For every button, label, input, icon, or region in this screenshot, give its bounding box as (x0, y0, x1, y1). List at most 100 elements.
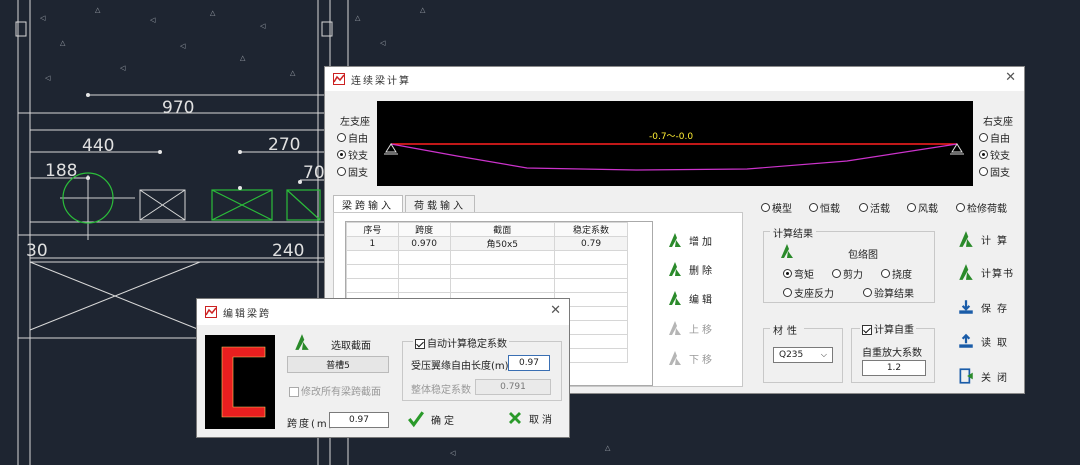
col-header-section: 截面 (449, 222, 556, 237)
radio-icon (337, 150, 346, 159)
svg-text:◁: ◁ (150, 16, 156, 24)
radio-icon (881, 269, 890, 278)
svg-text:◁: ◁ (380, 39, 386, 47)
save-icon (959, 300, 973, 314)
svg-text:△: △ (420, 6, 426, 14)
main-title: 连续梁计算 (351, 75, 411, 87)
cross-icon (509, 412, 521, 424)
main-close-icon[interactable]: ✕ (1005, 70, 1016, 85)
result-moment[interactable]: 弯矩 (783, 266, 814, 281)
compass-logo-icon (669, 262, 681, 276)
load-icon (959, 333, 973, 348)
radio-icon (956, 203, 965, 212)
left-support-hinged[interactable]: 铰支 (337, 147, 368, 162)
compass-logo-icon (959, 231, 973, 247)
cad-dim-240: 240 (272, 241, 304, 261)
edit-span-dialog: 编辑梁跨 ✕ 选取截面 普槽5 修改所有梁跨截面 跨度(m) 0.97 自动计算… (196, 298, 570, 438)
envelope-button[interactable]: 包络图 (848, 246, 878, 261)
col-header-index: 序号 (346, 222, 399, 237)
left-support-label: 左支座 (340, 117, 370, 128)
section-name-display: 普槽5 (287, 356, 389, 373)
main-titlebar[interactable]: 连续梁计算 ✕ (325, 67, 1024, 91)
svg-text:◁: ◁ (450, 449, 456, 457)
span-length-input[interactable]: 0.97 (329, 412, 389, 428)
move-up-button[interactable]: 上移 (667, 320, 715, 336)
edit-title: 编辑梁跨 (223, 308, 271, 320)
cell-section: 角50x5 (449, 236, 556, 251)
free-length-label: 受压翼缘自由长度(m) (411, 361, 509, 372)
col-header-span: 跨度 (397, 222, 451, 237)
modify-all-checkbox[interactable]: 修改所有梁跨截面 (289, 383, 381, 398)
left-support-fixed[interactable]: 固支 (337, 164, 368, 179)
view-mode-wind-load[interactable]: 风载 (907, 200, 938, 215)
result-deflection[interactable]: 挠度 (881, 266, 912, 281)
table-row (346, 250, 628, 265)
delete-span-button[interactable]: 删除 (667, 261, 715, 277)
view-mode-model[interactable]: 模型 (761, 200, 792, 215)
cell-span: 0.970 (397, 236, 451, 251)
ok-button[interactable]: 确定 (407, 410, 457, 428)
select-section-button[interactable]: 选取截面 (331, 337, 371, 352)
move-down-button[interactable]: 下移 (667, 350, 715, 366)
compass-logo-icon (669, 351, 681, 365)
cad-dim-30: 30 (26, 241, 48, 261)
svg-text:△: △ (210, 9, 216, 17)
table-row[interactable]: 1 0.970 角50x5 0.79 (346, 236, 628, 251)
svg-text:◁: ◁ (120, 64, 126, 72)
cancel-button[interactable]: 取消 (507, 410, 555, 426)
result-reaction[interactable]: 支座反力 (783, 285, 834, 300)
radio-icon (761, 203, 770, 212)
cad-dim-440: 440 (82, 136, 114, 156)
add-span-button[interactable]: 增加 (667, 232, 715, 248)
self-weight-checkbox[interactable]: 计算自重 (860, 321, 916, 336)
close-button[interactable]: 关闭 (957, 367, 1013, 385)
result-check[interactable]: 验算结果 (863, 285, 914, 300)
tab-load-input[interactable]: 荷载输入 (405, 195, 475, 212)
svg-text:△: △ (60, 39, 66, 47)
compass-logo-icon (295, 334, 309, 350)
svg-text:△: △ (355, 14, 361, 22)
compass-logo-icon (959, 264, 973, 280)
result-shear[interactable]: 剪力 (832, 266, 863, 281)
edit-close-icon[interactable]: ✕ (550, 303, 561, 318)
free-length-input[interactable]: 0.97 (508, 355, 550, 371)
view-mode-live-load[interactable]: 活载 (859, 200, 890, 215)
exit-door-icon (959, 368, 973, 384)
auto-stab-checkbox[interactable]: 自动计算稳定系数 (413, 335, 509, 350)
app-icon (333, 73, 345, 85)
calc-book-button[interactable]: 计算书 (957, 263, 1014, 281)
svg-text:◁: ◁ (45, 74, 51, 82)
chevron-down-icon: ⌵ (820, 350, 827, 359)
edit-span-button[interactable]: 编辑 (667, 290, 715, 306)
radio-icon (863, 288, 872, 297)
compass-logo-icon (669, 291, 681, 305)
cad-dim-970: 970 (162, 98, 194, 118)
checkbox-icon (862, 325, 872, 335)
load-button[interactable]: 读取 (957, 332, 1013, 350)
compass-logo-icon (781, 244, 793, 258)
radio-icon (979, 133, 988, 142)
right-support-free[interactable]: 自由 (979, 130, 1010, 145)
svg-text:△: △ (605, 444, 611, 452)
svg-text:△: △ (240, 54, 246, 62)
calculate-button[interactable]: 计算 (957, 230, 1013, 248)
view-mode-dead-load[interactable]: 恒载 (809, 200, 840, 215)
stability-factor-input: 0.791 (475, 379, 551, 395)
right-support-hinged[interactable]: 铰支 (979, 147, 1010, 162)
save-button[interactable]: 保存 (957, 298, 1013, 316)
material-label: 材性 (770, 322, 804, 337)
view-mode-maintenance[interactable]: 检修荷载 (956, 200, 1007, 215)
edit-titlebar[interactable]: 编辑梁跨 ✕ (197, 299, 569, 325)
svg-text:◁: ◁ (260, 22, 266, 30)
radio-icon (832, 269, 841, 278)
left-support-free[interactable]: 自由 (337, 130, 368, 145)
tab-span-input[interactable]: 梁跨输入 (333, 195, 403, 213)
table-row (346, 278, 628, 293)
radio-icon (337, 133, 346, 142)
self-weight-factor-input[interactable]: 1.2 (862, 360, 926, 376)
beam-preview-canvas: -0.7～-0.0 (377, 101, 973, 186)
material-select[interactable]: Q235 ⌵ (773, 347, 833, 363)
right-support-fixed[interactable]: 固支 (979, 164, 1010, 179)
right-support-label: 右支座 (983, 117, 1013, 128)
app-icon (205, 306, 217, 318)
